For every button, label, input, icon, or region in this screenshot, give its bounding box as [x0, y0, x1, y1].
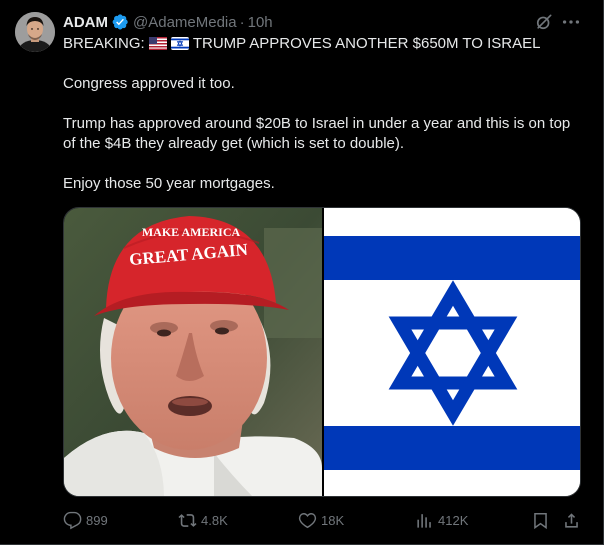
avatar[interactable] — [15, 12, 55, 52]
avatar-image — [15, 12, 55, 52]
reply-button[interactable]: 899 — [63, 509, 108, 531]
photo-man-red-cap[interactable]: MAKE AMERICA GREAT AGAIN — [64, 208, 322, 497]
repost-button[interactable]: 4.8K — [178, 509, 228, 531]
verified-badge-icon[interactable] — [111, 13, 129, 31]
headline-text: TRUMP APPROVES ANOTHER $650M TO ISRAEL — [192, 35, 541, 52]
reply-count: 899 — [86, 512, 108, 528]
views-icon — [417, 513, 431, 528]
display-name[interactable]: ADAM — [63, 14, 108, 31]
bookmark-icon — [534, 512, 547, 529]
israel-flag-image[interactable] — [324, 208, 581, 497]
headline-line: BREAKING: TRUMP APPROVES ANOTHER $650M T… — [63, 34, 573, 54]
tweet-media[interactable]: MAKE AMERICA GREAT AGAIN — [63, 207, 581, 497]
paragraph-4: Enjoy those 50 year mortgages. — [63, 175, 275, 192]
like-count: 18K — [321, 512, 345, 528]
timestamp[interactable]: 10h — [248, 14, 273, 31]
action-bar: 899 4.8K 18K 412K — [63, 509, 583, 531]
paragraph-2: Congress approved it too. — [63, 75, 235, 92]
views-count: 412K — [438, 512, 469, 528]
like-button[interactable]: 18K — [298, 509, 344, 531]
handle[interactable]: @AdameMedia — [133, 14, 237, 31]
tweet-text: BREAKING: TRUMP APPROVES ANOTHER $650M T… — [63, 34, 573, 194]
reply-icon — [63, 511, 82, 529]
share-icon — [565, 512, 578, 528]
bookmark-button[interactable] — [531, 509, 554, 531]
repost-icon — [178, 513, 197, 527]
more-options-icon[interactable] — [560, 12, 582, 32]
tweet-header: ADAM @AdameMedia · 10h — [63, 12, 273, 32]
paragraph-3: Trump has approved around $20B to Israel… — [63, 115, 571, 152]
separator-dot: · — [239, 13, 245, 31]
heart-icon — [298, 512, 317, 528]
repost-count: 4.8K — [201, 512, 228, 528]
israel-flag-icon — [170, 37, 189, 50]
grok-icon[interactable] — [534, 12, 554, 32]
hat-text-top: MAKE AMERICA — [142, 225, 241, 239]
views-button[interactable]: 412K — [415, 509, 468, 531]
share-button[interactable] — [562, 509, 585, 531]
us-flag-icon — [148, 37, 167, 50]
headline-prefix: BREAKING: — [63, 35, 145, 52]
